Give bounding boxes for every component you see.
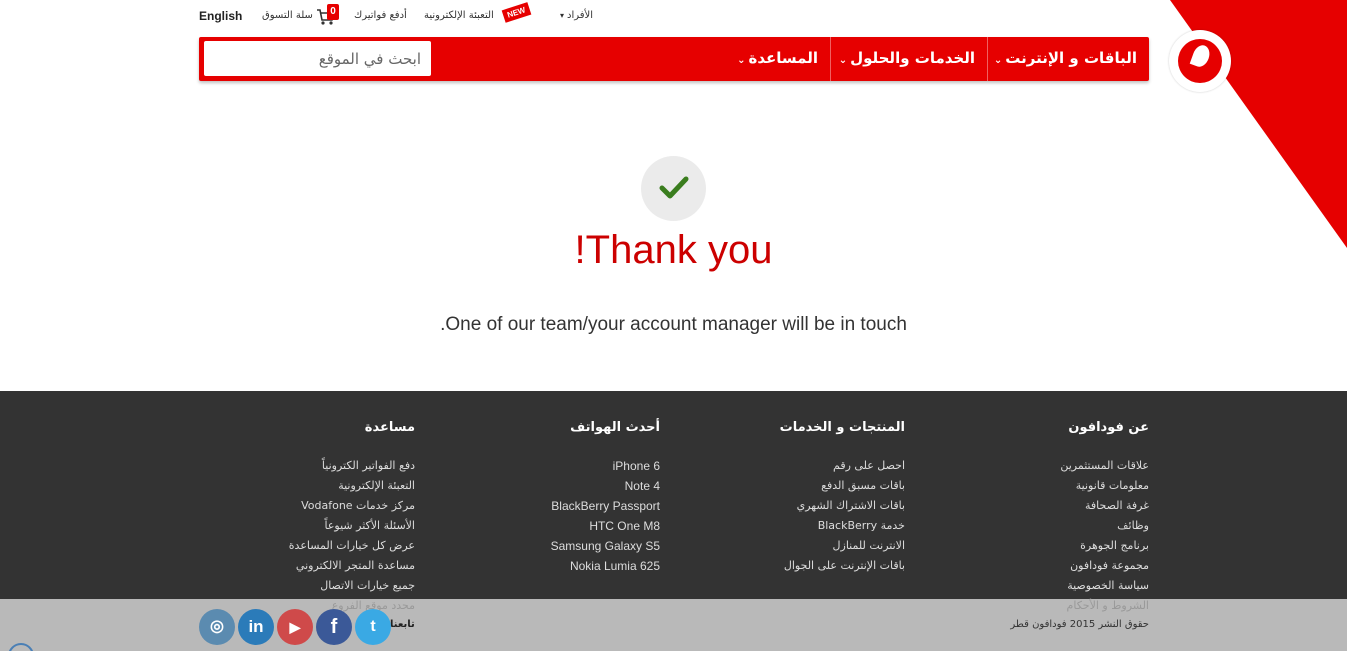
footer-heading-help: مساعدة — [364, 420, 415, 435]
confirmation-message: .One of our team/your account manager wi… — [440, 314, 907, 335]
etopup-link[interactable]: التعبئة الإلكترونية — [424, 10, 494, 21]
nav-plans-internet-label: الباقات و الإنترنت — [1005, 49, 1137, 67]
instagram-icon[interactable]: ◎ — [199, 609, 235, 645]
language-switch-link[interactable]: English — [199, 9, 242, 23]
pay-bills-link[interactable]: أدفع فواتيرك — [354, 10, 407, 21]
footer-link[interactable]: HTC One M8 — [520, 516, 660, 536]
footer-col-help: مساعدة دفع الفواتير الكترونياً التعبئة ا… — [270, 420, 415, 616]
footer-link[interactable]: باقات الاشتراك الشهري — [760, 496, 905, 516]
footer-link[interactable]: Nokia Lumia 625 — [520, 556, 660, 576]
footer-link[interactable]: سياسة الخصوصية — [1000, 576, 1149, 596]
chevron-down-icon: ⌄ — [737, 55, 746, 66]
footer-heading-phones: أحدث الهواتف — [570, 420, 660, 435]
footer-link[interactable]: الشروط و الأحكام — [1000, 596, 1149, 616]
personal-menu[interactable]: الأفراد▾ — [560, 10, 593, 21]
youtube-icon[interactable]: ▶ — [277, 609, 313, 645]
chevron-down-icon: ⌄ — [838, 55, 848, 66]
nav-services-solutions-label: الخدمات والحلول — [850, 49, 975, 67]
nav-help[interactable]: المساعدة⌄ — [728, 37, 830, 81]
footer-link[interactable]: علاقات المستثمرين — [1000, 456, 1149, 476]
linkedin-icon[interactable]: in — [238, 609, 274, 645]
logo-red-circle — [1178, 39, 1222, 83]
footer-link[interactable]: دفع الفواتير الكترونياً — [270, 456, 415, 476]
footer-link[interactable]: iPhone 6 — [520, 456, 660, 476]
copyright-text: حقوق النشر 2015 فودافون قطر — [1010, 619, 1149, 630]
footer-link[interactable]: Samsung Galaxy S5 — [520, 536, 660, 556]
footer-link[interactable]: Note 4 — [520, 476, 660, 496]
footer-link[interactable]: الأسئلة الأكثر شيوعاً — [270, 516, 416, 536]
chevron-down-icon: ⌄ — [993, 55, 1003, 66]
twitter-icon[interactable]: t — [355, 609, 391, 645]
utility-bar: English سلة التسوق 0 أدفع فواتيرك التعبئ… — [0, 0, 1347, 36]
footer-link[interactable]: غرفة الصحافة — [1000, 496, 1149, 516]
follow-us-label: تابعنا — [390, 619, 415, 630]
footer-link[interactable]: معلومات قانونية — [1000, 476, 1149, 496]
footer-link[interactable]: باقات مسبق الدفع — [760, 476, 905, 496]
shopping-cart-link[interactable]: سلة التسوق — [262, 10, 313, 21]
footer-link[interactable]: مركز خدمات Vodafone — [270, 496, 415, 516]
nav-plans-internet[interactable]: الباقات و الإنترنت⌄ — [987, 37, 1149, 81]
nav-services-solutions[interactable]: الخدمات والحلول⌄ — [830, 37, 987, 81]
footer-link[interactable]: التعبئة الإلكترونية — [270, 476, 415, 496]
footer-heading-products: المنتجات و الخدمات — [779, 420, 905, 435]
vodafone-logo[interactable] — [1169, 30, 1231, 92]
footer-link[interactable]: احصل على رقم — [760, 456, 905, 476]
footer-link[interactable]: مجموعة فودافون — [1000, 556, 1149, 576]
success-check — [641, 156, 706, 221]
footer-link[interactable]: برنامج الجوهرة — [1000, 536, 1149, 556]
footer-link[interactable]: خدمة BlackBerry — [760, 516, 905, 536]
footer-link[interactable]: الانترنت للمنازل — [760, 536, 905, 556]
nav-help-label: المساعدة — [748, 49, 819, 67]
new-badge: NEW — [501, 2, 532, 23]
facebook-icon[interactable]: f — [316, 609, 352, 645]
logo-speechmark-icon — [1189, 42, 1213, 70]
search-input[interactable] — [204, 41, 431, 76]
cart-count-badge: 0 — [327, 4, 339, 20]
footer-link[interactable]: BlackBerry Passport — [520, 496, 660, 516]
thank-you-heading: !Thank you — [574, 228, 773, 272]
footer-col-about: عن فودافون علاقات المستثمرين معلومات قان… — [1000, 420, 1149, 616]
footer-col-phones: أحدث الهواتف iPhone 6 Note 4 BlackBerry … — [520, 420, 660, 576]
footer-link[interactable]: عرض كل خيارات المساعدة — [270, 536, 415, 556]
footer-link[interactable]: مساعدة المتجر الالكتروني — [270, 556, 415, 576]
caret-down-icon: ▾ — [560, 11, 565, 20]
main-navbar: الباقات و الإنترنت⌄ الخدمات والحلول⌄ الم… — [199, 37, 1149, 81]
personal-menu-label: الأفراد — [567, 10, 594, 21]
footer-col-products: المنتجات و الخدمات احصل على رقم باقات مس… — [760, 420, 905, 576]
checkmark-icon — [659, 176, 689, 199]
footer-link[interactable]: باقات الإنترنت على الجوال — [760, 556, 905, 576]
footer-link[interactable]: وظائف — [1000, 516, 1149, 536]
footer-heading-about: عن فودافون — [1068, 420, 1149, 435]
footer-link[interactable]: جميع خيارات الاتصال — [270, 576, 415, 596]
